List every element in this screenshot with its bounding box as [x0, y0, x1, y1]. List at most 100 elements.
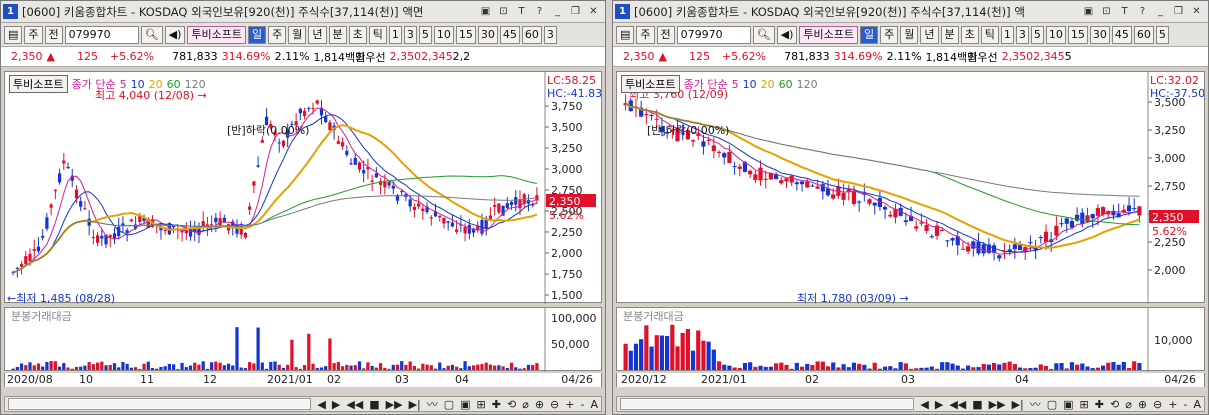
bottom-tool-icon[interactable]: ◀◀ — [343, 398, 366, 411]
interval-button-8[interactable]: 3 — [543, 25, 557, 44]
bottom-tool-icon[interactable]: ▶▶ — [986, 398, 1009, 411]
restore-icon[interactable]: ❐ — [1171, 5, 1186, 19]
zoom-out-icon[interactable]: - — [1180, 398, 1190, 411]
price-chart-panel[interactable]: 3,5003,2503,0002,7502,5002,2502,000LC:32… — [616, 71, 1205, 304]
period-tab-3[interactable]: 년 — [308, 25, 327, 44]
bottom-tool-icon[interactable]: ⟲ — [1107, 398, 1122, 411]
auto-scale-button[interactable]: A — [587, 398, 601, 411]
bottom-tool-icon[interactable]: 〰 — [424, 397, 441, 411]
window-titlebar[interactable]: 1 [0600] 키움종합차트 - KOSDAQ 외국인보유[920(천)] 주식… — [613, 1, 1208, 23]
bottom-tool-icon[interactable]: ✚ — [1092, 398, 1107, 411]
chart-type-select[interactable]: 전 — [44, 25, 63, 44]
chart-select[interactable]: 주 — [24, 25, 43, 44]
interval-button-8[interactable]: 5 — [1155, 25, 1169, 44]
close-icon[interactable]: ✕ — [586, 5, 601, 19]
period-tab-6[interactable]: 틱 — [368, 25, 387, 44]
zoom-in-icon[interactable]: + — [562, 398, 577, 411]
interval-button-3[interactable]: 10 — [1045, 25, 1066, 44]
bottom-tool-icon[interactable]: ⊞ — [1077, 398, 1092, 411]
stock-name-label[interactable]: 투비소프트 — [799, 25, 858, 44]
bottom-tool-icon[interactable]: ▣ — [1060, 398, 1076, 411]
legend-stock-name[interactable]: 투비소프트 — [621, 75, 680, 93]
interval-button-0[interactable]: 1 — [1000, 25, 1014, 44]
interval-button-5[interactable]: 30 — [1089, 25, 1110, 44]
zoom-in-icon[interactable]: + — [1165, 398, 1180, 411]
bottom-tool-icon[interactable]: ▶ — [329, 398, 343, 411]
period-tab-4[interactable]: 분 — [940, 25, 959, 44]
time-scrollbar[interactable] — [8, 398, 312, 410]
bottom-tool-icon[interactable]: ⌀ — [1122, 398, 1135, 411]
interval-button-7[interactable]: 60 — [521, 25, 542, 44]
chart-icon[interactable]: ▤ — [616, 25, 635, 44]
chart-window-left[interactable]: 1 [0600] 키움종합차트 - KOSDAQ 외국인보유[920(천)] 주식… — [0, 0, 606, 415]
period-tab-5[interactable]: 초 — [348, 25, 367, 44]
legend-stock-name[interactable]: 투비소프트 — [9, 75, 68, 93]
minimize-icon[interactable]: _ — [1153, 5, 1168, 19]
bottom-tool-icon[interactable]: ◀ — [314, 398, 328, 411]
bottom-tool-icon[interactable]: ⌀ — [519, 398, 532, 411]
bottom-tool-icon[interactable]: ◀◀ — [946, 398, 969, 411]
bottom-tool-icon[interactable]: ⊞ — [474, 398, 489, 411]
bottom-tool-icon[interactable]: ▣ — [457, 398, 473, 411]
volume-chart-panel[interactable]: 분봉거래대금 100,000 50,000 — [4, 307, 602, 372]
lock-icon[interactable]: ⊡ — [496, 5, 511, 19]
period-tab-0[interactable]: 일 — [248, 25, 267, 44]
interval-button-2[interactable]: 5 — [418, 25, 432, 44]
chart-select[interactable]: 주 — [636, 25, 655, 44]
period-tab-6[interactable]: 틱 — [980, 25, 999, 44]
bottom-tool-icon[interactable]: ⊕ — [532, 398, 547, 411]
period-tab-2[interactable]: 월 — [288, 25, 307, 44]
chart-window-right[interactable]: 1 [0600] 키움종합차트 - KOSDAQ 외국인보유[920(천)] 주식… — [612, 0, 1209, 415]
help-icon[interactable]: ? — [532, 5, 547, 19]
volume-chart-panel[interactable]: 분봉거래대금 10,000 — [616, 307, 1205, 372]
bottom-tool-icon[interactable]: ⊕ — [1135, 398, 1150, 411]
interval-button-0[interactable]: 1 — [388, 25, 402, 44]
bottom-tool-icon[interactable]: ▶ — [932, 398, 946, 411]
interval-button-3[interactable]: 10 — [433, 25, 454, 44]
interval-button-7[interactable]: 60 — [1133, 25, 1154, 44]
bottom-tool-icon[interactable]: ⊖ — [1150, 398, 1165, 411]
bottom-tool-icon[interactable]: ▶▶ — [383, 398, 406, 411]
bottom-tool-icon[interactable]: ◀ — [917, 398, 931, 411]
period-tab-2[interactable]: 월 — [900, 25, 919, 44]
link-icon[interactable]: ▣ — [478, 5, 493, 19]
lock-icon[interactable]: ⊡ — [1099, 5, 1114, 19]
text-icon[interactable]: T — [1117, 5, 1132, 19]
window-titlebar[interactable]: 1 [0600] 키움종합차트 - KOSDAQ 외국인보유[920(천)] 주식… — [1, 1, 605, 23]
period-tab-3[interactable]: 년 — [920, 25, 939, 44]
interval-button-2[interactable]: 5 — [1030, 25, 1044, 44]
chart-type-select[interactable]: 전 — [656, 25, 675, 44]
period-tab-0[interactable]: 일 — [860, 25, 879, 44]
stock-name-label[interactable]: 투비소프트 — [187, 25, 246, 44]
restore-icon[interactable]: ❐ — [568, 5, 583, 19]
bottom-tool-icon[interactable]: ▶| — [406, 398, 424, 411]
text-icon[interactable]: T — [514, 5, 529, 19]
price-chart-panel[interactable]: 3,750 3,500 3,250 3,000 2,750 2,500 2,250 2,000… — [4, 71, 602, 304]
bottom-tool-icon[interactable]: ■ — [969, 398, 985, 411]
bottom-tool-icon[interactable]: ▢ — [1044, 398, 1060, 411]
interval-button-6[interactable]: 45 — [499, 25, 520, 44]
bottom-tool-icon[interactable]: ⟲ — [504, 398, 519, 411]
search-icon[interactable]: 🔍︎ — [140, 25, 163, 44]
bottom-tool-icon[interactable]: ▶| — [1009, 398, 1027, 411]
stock-code-input[interactable]: 079970 — [676, 25, 751, 44]
speaker-icon[interactable]: ◀) — [164, 25, 186, 44]
period-tab-4[interactable]: 분 — [328, 25, 347, 44]
auto-scale-button[interactable]: A — [1190, 398, 1204, 411]
link-icon[interactable]: ▣ — [1081, 5, 1096, 19]
bottom-tool-icon[interactable]: 〰 — [1027, 397, 1044, 411]
scroll-thumb[interactable] — [9, 400, 311, 408]
stock-code-input[interactable]: 079970 — [64, 25, 139, 44]
bottom-tool-icon[interactable]: ■ — [366, 398, 382, 411]
scroll-thumb[interactable] — [621, 400, 914, 408]
bottom-tool-icon[interactable]: ⊖ — [547, 398, 562, 411]
interval-button-1[interactable]: 3 — [403, 25, 417, 44]
help-icon[interactable]: ? — [1135, 5, 1150, 19]
bottom-tool-icon[interactable]: ▢ — [441, 398, 457, 411]
close-icon[interactable]: ✕ — [1189, 5, 1204, 19]
time-scrollbar[interactable] — [620, 398, 915, 410]
chart-icon[interactable]: ▤ — [4, 25, 23, 44]
interval-button-4[interactable]: 15 — [1067, 25, 1088, 44]
speaker-icon[interactable]: ◀) — [776, 25, 798, 44]
search-icon[interactable]: 🔍︎ — [752, 25, 775, 44]
